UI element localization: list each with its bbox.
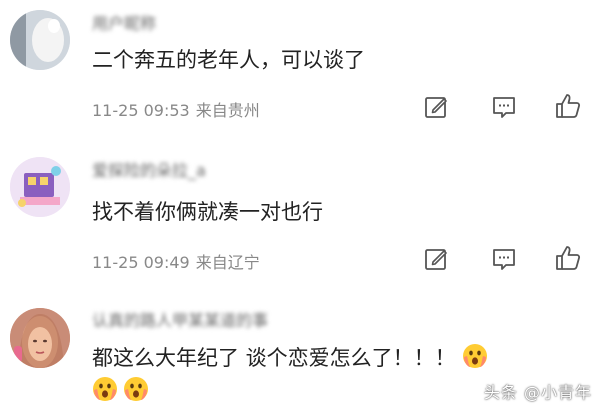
shocked-emoji-icon [93,377,117,401]
avatar-image [10,308,70,368]
edit-icon [425,97,447,118]
comment-time: 11-25 09:53 [92,101,190,120]
comment-time: 11-25 09:49 [92,253,190,272]
comment-text: 二个奔五的老年人，可以谈了 [92,48,365,72]
emoji-row [92,376,149,402]
comment-username[interactable]: 用户昵称 [92,10,156,34]
comment-item: 爱探险的朵拉_a 找不着你俩就凑一对也行 11-25 09:49 来自辽宁 [0,140,600,290]
comment-meta: 11-25 09:49 来自辽宁 [92,249,260,273]
comment-text: 找不着你俩就凑一对也行 [92,200,323,224]
avatar-image [10,10,70,70]
comment-icon [493,97,515,118]
comment-text-content: 都这么大年纪了 谈个恋爱怎么了！！！ [92,346,456,370]
thumbs-up-icon [556,94,581,118]
comment-item: 用户昵称 二个奔五的老年人，可以谈了 11-25 09:53 来自贵州 [0,0,600,140]
reply-button[interactable] [489,244,519,274]
comment-text: 都这么大年纪了 谈个恋爱怎么了！！！ [92,342,488,372]
avatar[interactable] [10,308,70,368]
like-button[interactable] [553,91,583,121]
watermark: 头条 @小青年 [483,383,592,402]
avatar[interactable] [10,10,70,70]
reply-button[interactable] [489,92,519,122]
like-button[interactable] [553,243,583,273]
edit-button[interactable] [421,92,451,122]
comment-meta: 11-25 09:53 来自贵州 [92,97,260,121]
avatar[interactable] [10,157,70,217]
comment-username[interactable]: 爱探险的朵拉_a [92,157,206,181]
shocked-emoji-icon [463,344,488,368]
comment-location: 来自辽宁 [195,253,260,272]
comment-list: 用户昵称 二个奔五的老年人，可以谈了 11-25 09:53 来自贵州 爱探险的… [0,0,600,413]
comment-icon [493,249,515,270]
edit-button[interactable] [421,244,451,274]
comment-location: 来自贵州 [195,101,260,120]
shocked-emoji-icon [124,377,149,401]
thumbs-up-icon [556,246,581,270]
edit-icon [425,249,447,270]
comment-username[interactable]: 认真的路人甲某某道的事 [92,307,268,331]
avatar-image [10,157,70,217]
